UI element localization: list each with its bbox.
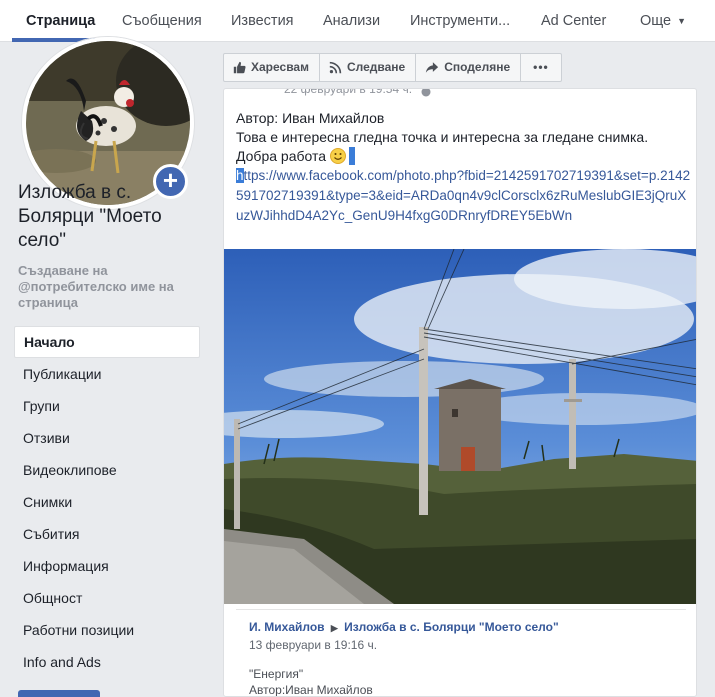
nav-tab-insights[interactable]: Анализи [323,0,380,42]
shared-author-link[interactable]: И. Михайлов [249,620,325,634]
follow-button[interactable]: Следване [320,54,417,81]
photo-link[interactable]: https://www.facebook.com/photo.php?fbid=… [236,166,691,226]
nav-tab-page[interactable]: Страница [26,0,95,42]
nav-more-label: Още [640,13,672,29]
follow-label: Следване [346,60,406,74]
shared-post-preview[interactable]: И. Михайлов ▶ Изложба в с. Болярци "Моет… [236,609,686,697]
post-good-job-line: Добра работа [236,147,691,166]
link-text: ttps://www.facebook.com/photo.php?fbid=2… [236,168,691,223]
menu-item-info-and-ads[interactable]: Info and Ads [14,646,200,678]
create-username-link[interactable]: Създаване на @потребителско име на стран… [18,263,208,311]
post-photo[interactable] [224,249,696,604]
nav-tab-tools[interactable]: Инструменти... [410,0,510,42]
page-title[interactable]: Изложба в с. Болярци "Моето село" [18,181,208,253]
shared-post-header: И. Михайлов ▶ Изложба в с. Болярци "Моет… [249,620,686,634]
nav-tab-more[interactable]: Още ▼ [640,0,686,42]
page-top-nav: Страница Съобщения Известия Анализи Инст… [0,0,715,42]
share-button[interactable]: Споделяне [416,54,522,81]
like-button[interactable]: Харесвам [224,54,320,81]
caret-down-icon: ▼ [677,16,687,26]
share-label: Споделяне [444,60,511,74]
good-job-text: Добра работа [236,148,327,164]
post-body: Автор: Иван Михайлов Това е интересна гл… [236,109,691,226]
post-text-line: Това е интересна гледна точка и интересн… [236,129,649,145]
shared-page-link[interactable]: Изложба в с. Болярци "Моето село" [344,620,559,634]
menu-item-community[interactable]: Общност [14,582,200,614]
like-label: Харесвам [251,60,309,74]
post-card: 22 февруари в 19:54 ч. Автор: Иван Михай… [223,88,697,697]
page-action-bar: Харесвам Следване Споделяне ••• [223,53,562,82]
menu-item-posts[interactable]: Публикации [14,358,200,390]
more-options-button[interactable]: ••• [521,54,561,81]
menu-item-reviews[interactable]: Отзиви [14,422,200,454]
page-menu: Начало Публикации Групи Отзиви Видеоклип… [14,326,200,678]
menu-item-photos[interactable]: Снимки [14,486,200,518]
text-selection-marker [348,147,355,165]
menu-item-events[interactable]: Събития [14,518,200,550]
menu-item-about[interactable]: Информация [14,550,200,582]
nav-tab-ad-center[interactable]: Ad Center [541,0,606,42]
shared-post-author-line: Автор:Иван Михайлов [249,683,373,697]
create-button-partial[interactable] [18,690,100,697]
shared-post-date[interactable]: 13 февруари в 19:16 ч. [249,638,686,652]
rss-icon [329,61,342,74]
power-substation-photo [224,249,696,604]
link-selected-char: h [236,168,244,183]
menu-item-videos[interactable]: Видеоклипове [14,454,200,486]
post-timestamp[interactable]: 22 февруари в 19:54 ч. [284,89,412,96]
smiley-emoji-icon [329,148,346,164]
thumbs-up-icon [233,61,246,74]
post-author-line: Автор: Иван Михайлов [236,110,385,126]
shared-post-body: "Енергия" Автор:Иван Михайлов [249,666,686,697]
triangle-right-icon: ▶ [330,623,338,633]
menu-item-groups[interactable]: Групи [14,390,200,422]
menu-item-home[interactable]: Начало [14,326,200,358]
left-sidebar: + Изложба в с. Болярци "Моето село" Създ… [0,37,210,697]
menu-item-jobs[interactable]: Работни позиции [14,614,200,646]
nav-tab-notifications[interactable]: Известия [231,0,294,42]
shared-post-title: "Енергия" [249,667,304,681]
globe-icon [421,89,431,97]
nav-tab-messages[interactable]: Съобщения [122,0,202,42]
share-arrow-icon [426,62,439,73]
